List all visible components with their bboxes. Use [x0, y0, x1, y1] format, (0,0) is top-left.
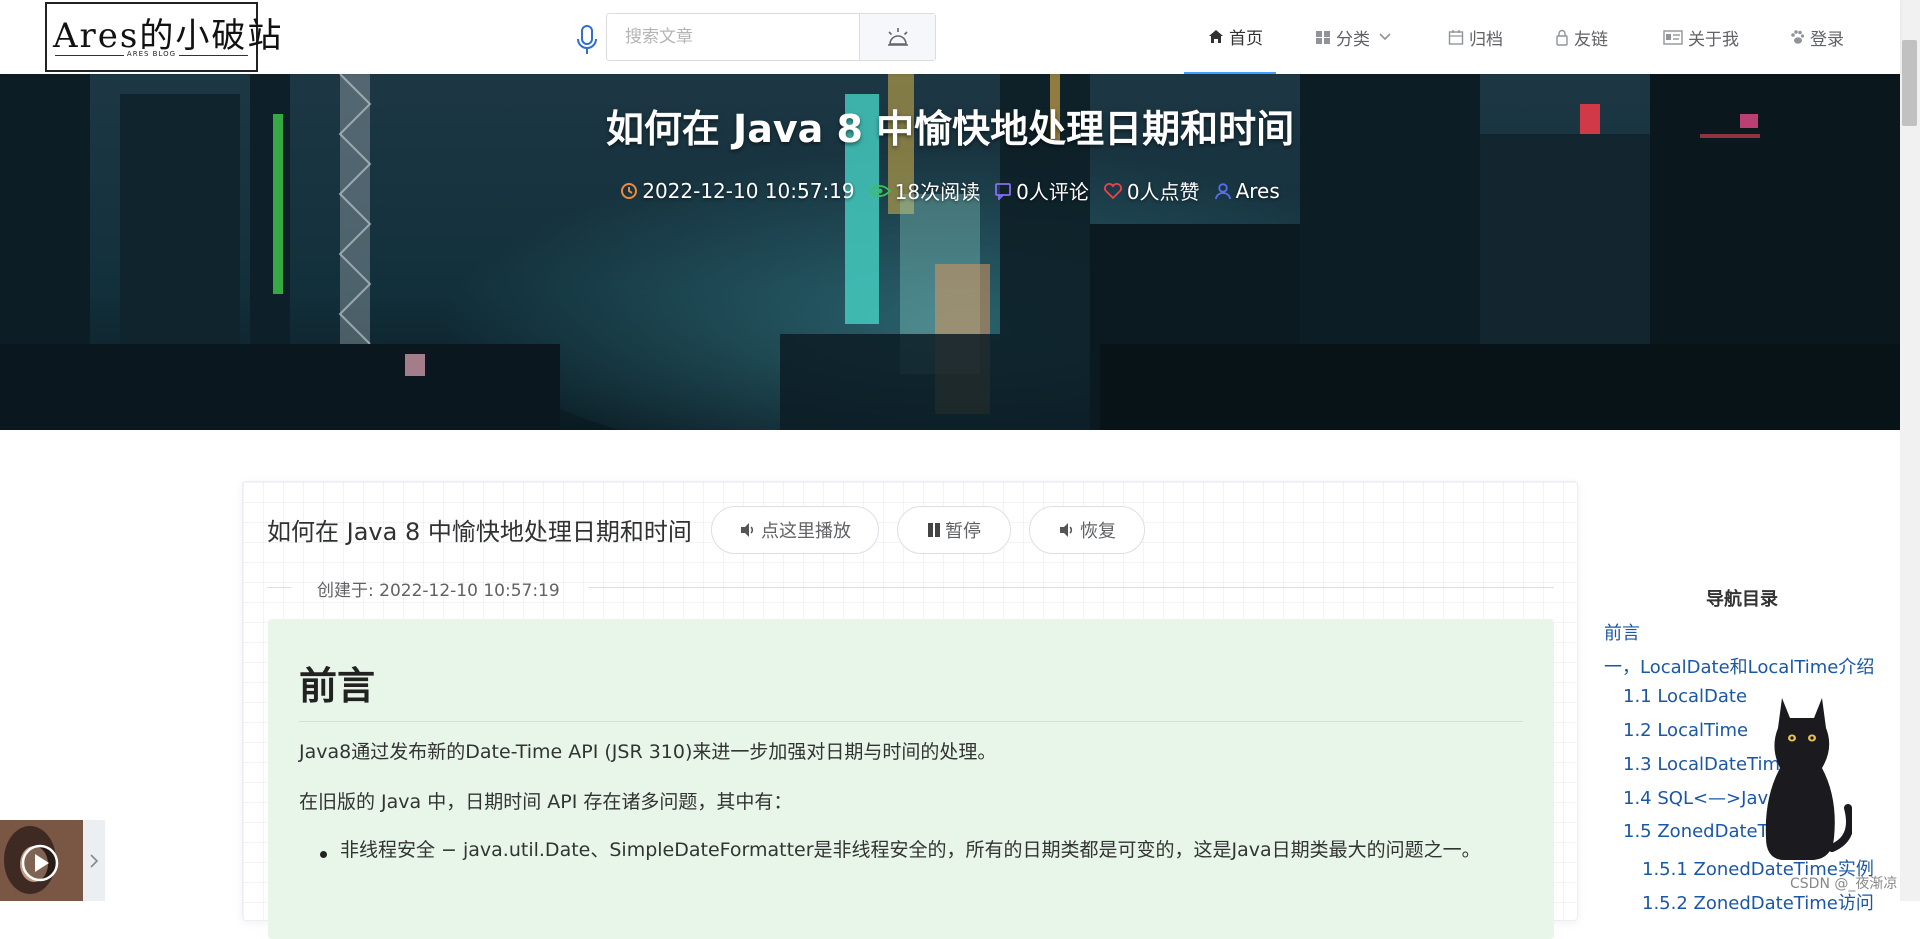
nav-item-login[interactable]: 登录	[1789, 0, 1844, 74]
id-card-icon	[1663, 29, 1683, 45]
divider	[588, 587, 1554, 588]
nav-label: 登录	[1810, 29, 1844, 50]
comment-icon	[995, 182, 1011, 200]
chevron-right-icon	[90, 853, 99, 868]
meta-likes[interactable]: 0人点赞	[1103, 176, 1200, 205]
banner-title: 如何在 Java 8 中愉快地处理日期和时间	[605, 107, 1295, 151]
article-card: 如何在 Java 8 中愉快地处理日期和时间 点这里播放 暂停 恢复 创建于: …	[242, 481, 1578, 939]
chevron-down-icon	[1379, 33, 1391, 41]
microphone-icon[interactable]	[576, 24, 598, 56]
eye-icon	[868, 184, 891, 197]
nav-item-home[interactable]: 首页	[1184, 0, 1276, 74]
hero-banner: 如何在 Java 8 中愉快地处理日期和时间 2022-12-10 10:57:…	[0, 74, 1900, 430]
pause-button[interactable]: 暂停	[897, 506, 1011, 554]
clock-icon	[621, 182, 638, 199]
resume-button[interactable]: 恢复	[1029, 506, 1145, 554]
toc-item[interactable]: 1.1 LocalDate	[1623, 686, 1747, 707]
site-logo[interactable]: Ares的小破站 ARES BLOG	[45, 2, 281, 72]
play-button[interactable]: 点这里播放	[711, 506, 879, 554]
toc-item[interactable]: 前言	[1604, 619, 1640, 645]
pause-icon	[928, 523, 940, 537]
home-icon	[1209, 29, 1223, 43]
nav-item-archive[interactable]: 归档	[1448, 0, 1503, 74]
toc-item[interactable]: 一，LocalDate和LocalTime介绍	[1604, 653, 1874, 679]
album-cover	[0, 820, 83, 901]
list-item: 非线程安全 − java.util.Date、SimpleDateFormatt…	[340, 839, 1481, 861]
cat-mascot[interactable]	[1752, 688, 1852, 864]
article-content: 前言 Java8通过发布新的Date-Time API (JSR 310)来进一…	[268, 619, 1554, 939]
search-button[interactable]	[859, 14, 935, 60]
meta-reads: 18次阅读	[868, 176, 980, 205]
paragraph: Java8通过发布新的Date-Time API (JSR 310)来进一步加强…	[299, 741, 997, 763]
banner-meta: 2022-12-10 10:57:19 18次阅读 0人评论 0人点赞 Ares	[0, 176, 1900, 205]
music-player-cover[interactable]	[0, 820, 83, 901]
speaker-icon	[1060, 523, 1073, 537]
section-heading: 前言	[299, 664, 376, 708]
divider	[267, 587, 291, 588]
list-bullet	[320, 851, 327, 858]
paragraph: 在旧版的 Java 中，日期时间 API 存在诸多问题，其中有：	[299, 791, 793, 813]
scrollbar-thumb[interactable]	[1902, 40, 1917, 126]
meta-datetime: 2022-12-10 10:57:19	[620, 176, 855, 205]
nav-label: 首页	[1229, 28, 1263, 49]
nav-item-links[interactable]: 友链	[1555, 0, 1608, 74]
grid-icon	[1316, 30, 1330, 44]
paw-icon	[1791, 30, 1805, 44]
search-input[interactable]	[607, 14, 859, 60]
calendar-icon	[1448, 30, 1464, 45]
nav-item-categories[interactable]: 分类	[1315, 0, 1397, 74]
logo-subtitle: ARES BLOG	[47, 50, 256, 58]
scrollbar-track[interactable]	[1900, 0, 1920, 901]
toc-item[interactable]: 1.2 LocalTime	[1623, 720, 1748, 741]
alarm-bell-icon	[887, 28, 908, 46]
nav-label: 友链	[1574, 29, 1608, 50]
meta-comments[interactable]: 0人评论	[994, 176, 1089, 205]
created-date: 创建于: 2022-12-10 10:57:19	[317, 581, 560, 601]
nav-label: 分类	[1336, 29, 1370, 50]
user-icon	[1214, 182, 1231, 199]
article-title: 如何在 Java 8 中愉快地处理日期和时间	[267, 518, 692, 546]
nav-label: 关于我	[1688, 29, 1739, 50]
top-header: Ares的小破站 ARES BLOG 首页 分类	[0, 0, 1900, 74]
nav-label: 归档	[1469, 29, 1503, 50]
lock-icon	[1556, 29, 1568, 46]
meta-author[interactable]: Ares	[1214, 176, 1280, 205]
speaker-icon	[741, 523, 754, 537]
heart-icon	[1103, 182, 1122, 199]
player-toggle[interactable]	[83, 820, 105, 901]
search-box	[606, 13, 936, 61]
heading-underline	[299, 721, 1523, 722]
toc-title: 导航目录	[1706, 589, 1778, 610]
csdn-watermark: CSDN @_夜渐凉	[1790, 876, 1898, 892]
nav-item-about[interactable]: 关于我	[1663, 0, 1739, 74]
